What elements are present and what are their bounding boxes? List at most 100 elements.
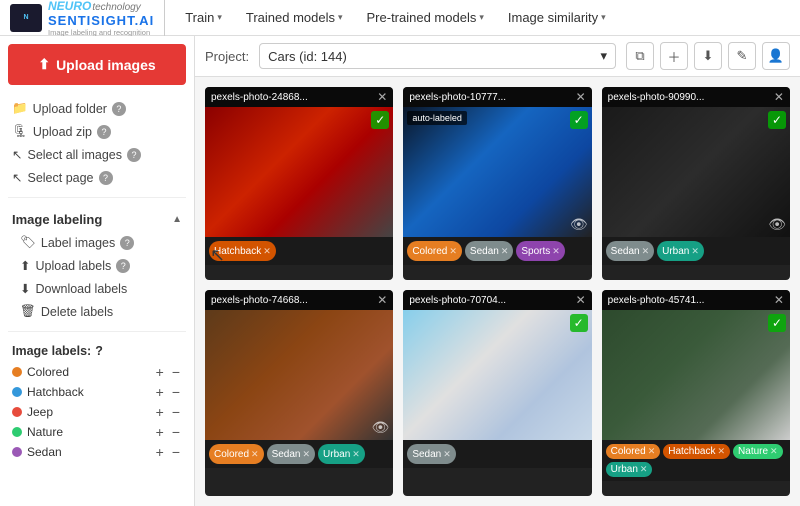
upload-zip-info: ? [97, 125, 111, 139]
tag-sedan-4[interactable]: Sedan ✕ [407, 444, 455, 464]
image-card-3[interactable]: pexels-photo-74668... ✕ 👁 Colored ✕ Seda… [205, 290, 393, 496]
card-close-4[interactable]: ✕ [576, 293, 586, 307]
label-images-info: ? [120, 236, 134, 250]
label-hatchback: Hatchback + − [8, 382, 186, 402]
card-check-0: ✓ [371, 111, 389, 129]
tag-urban-2[interactable]: Urban ✕ [657, 241, 704, 261]
tag-sedan-3[interactable]: Sedan ✕ [267, 444, 315, 464]
tag-sports-1[interactable]: Sports ✕ [516, 241, 564, 261]
nature-remove[interactable]: − [170, 425, 182, 439]
tag-colored-1[interactable]: Colored ✕ [407, 241, 462, 261]
label-sedan: Sedan + − [8, 442, 186, 462]
nature-dot [12, 427, 22, 437]
card-eye-1[interactable]: 👁 [570, 216, 588, 233]
card-filename-4: pexels-photo-70704... [409, 295, 506, 306]
tag-nature-5[interactable]: Nature ✕ [733, 444, 783, 459]
card-eye-3[interactable]: 👁 [372, 419, 390, 436]
image-card-5[interactable]: pexels-photo-45741... ✕ ✓ Colored ✕ Hatc… [602, 290, 790, 496]
card-tags-4: Sedan ✕ [403, 440, 591, 468]
trash-icon: 🗑 [20, 304, 36, 319]
card-check-1: ✓ [570, 111, 588, 129]
upload-folder-item[interactable]: 📁 Upload folder ? [8, 97, 186, 120]
card-close-2[interactable]: ✕ [774, 90, 784, 104]
delete-labels-item[interactable]: 🗑 Delete labels [8, 300, 186, 323]
logo-text: NEURO technology SENTISIGHT.AI Image lab… [48, 0, 154, 37]
card-close-0[interactable]: ✕ [377, 90, 387, 104]
image-card-0[interactable]: pexels-photo-24868... ✕ ✓ Hatchback ✕ [205, 87, 393, 280]
add-project-button[interactable]: ＋ [660, 42, 688, 70]
colored-remove[interactable]: − [170, 365, 182, 379]
header: N NEURO technology SENTISIGHT.AI Image l… [0, 0, 800, 36]
nav-image-similarity[interactable]: Image similarity ▾ [498, 6, 616, 29]
hatchback-actions: + − [154, 385, 182, 399]
download-icon: ⬇ [20, 281, 30, 296]
card-close-3[interactable]: ✕ [377, 293, 387, 307]
download-labels-item[interactable]: ⬇ Download labels [8, 277, 186, 300]
layout: ⬆ Upload images 📁 Upload folder ? 🗜 Uplo… [0, 36, 800, 506]
card-eye-2[interactable]: 👁 [768, 216, 786, 233]
nature-add[interactable]: + [154, 425, 166, 439]
select-all-images-item[interactable]: ↖ Select all images ? [8, 143, 186, 166]
page-icon: ↖ [12, 170, 22, 185]
main-area: Project: Cars (id: 144) ▾ ⧉ ＋ ⬇ ✎ 👤 pexe… [195, 36, 800, 506]
copy-project-button[interactable]: ⧉ [626, 42, 654, 70]
select-icon: ↖ [12, 147, 22, 162]
card-img-3: 👁 [205, 310, 393, 440]
card-close-1[interactable]: ✕ [576, 90, 586, 104]
select-chevron: ▾ [600, 48, 607, 64]
nav-trained-models[interactable]: Trained models ▾ [236, 6, 353, 29]
tag-urban-5[interactable]: Urban ✕ [606, 462, 653, 477]
logo-name: SENTISIGHT.AI [48, 13, 154, 28]
project-label: Project: [205, 49, 249, 64]
image-card-1[interactable]: pexels-photo-10777... ✕ auto-labeled ✓ 👁… [403, 87, 591, 280]
logo-area: N NEURO technology SENTISIGHT.AI Image l… [10, 0, 165, 37]
logo-icon: N [10, 4, 42, 32]
label-nature: Nature + − [8, 422, 186, 442]
sidebar-upload-section: 📁 Upload folder ? 🗜 Upload zip ? ↖ Selec… [0, 93, 194, 193]
nav-pretrained-models[interactable]: Pre-trained models ▾ [357, 6, 494, 29]
user-project-button[interactable]: 👤 [762, 42, 790, 70]
nav-train[interactable]: Train ▾ [175, 6, 232, 29]
project-bar: Project: Cars (id: 144) ▾ ⧉ ＋ ⬇ ✎ 👤 [195, 36, 800, 77]
tag-colored-3[interactable]: Colored ✕ [209, 444, 264, 464]
hatchback-add[interactable]: + [154, 385, 166, 399]
sedan-remove[interactable]: − [170, 445, 182, 459]
tag-sedan-2[interactable]: Sedan ✕ [606, 241, 654, 261]
image-grid: pexels-photo-24868... ✕ ✓ Hatchback ✕ pe… [195, 77, 800, 506]
project-select[interactable]: Cars (id: 144) ▾ [259, 43, 616, 69]
train-arrow: ▾ [217, 12, 222, 23]
image-card-2[interactable]: pexels-photo-90990... ✕ ✓ 👁 Sedan ✕ Urba… [602, 87, 790, 280]
card-filename-0: pexels-photo-24868... [211, 92, 308, 103]
tag-hatchback-0[interactable]: Hatchback ✕ [209, 241, 276, 261]
jeep-actions: + − [154, 405, 182, 419]
upload-labels-item[interactable]: ⬆ Upload labels ? [8, 254, 186, 277]
tag-hatchback-5[interactable]: Hatchback ✕ [663, 444, 730, 459]
edit-project-button[interactable]: ✎ [728, 42, 756, 70]
jeep-remove[interactable]: − [170, 405, 182, 419]
logo-technology: technology [92, 2, 140, 13]
colored-add[interactable]: + [154, 365, 166, 379]
upload-zip-item[interactable]: 🗜 Upload zip ? [8, 120, 186, 143]
card-close-5[interactable]: ✕ [774, 293, 784, 307]
image-card-4[interactable]: pexels-photo-70704... ✕ ✓ Sedan ✕ [403, 290, 591, 496]
jeep-add[interactable]: + [154, 405, 166, 419]
card-img-0: ✓ [205, 107, 393, 237]
card-tags-3: Colored ✕ Sedan ✕ Urban ✕ [205, 440, 393, 468]
tag-sedan-1[interactable]: Sedan ✕ [465, 241, 513, 261]
collapse-icon[interactable]: ▲ [172, 214, 182, 225]
hatchback-remove[interactable]: − [170, 385, 182, 399]
sedan-add[interactable]: + [154, 445, 166, 459]
card-header-0: pexels-photo-24868... ✕ [205, 87, 393, 107]
card-check-4: ✓ [570, 314, 588, 332]
label-images-item[interactable]: 🏷 Label images ? [8, 231, 186, 254]
label-jeep: Jeep + − [8, 402, 186, 422]
tag-colored-5[interactable]: Colored ✕ [606, 444, 661, 459]
download-project-button[interactable]: ⬇ [694, 42, 722, 70]
upload-images-button[interactable]: ⬆ Upload images [8, 44, 186, 85]
image-labels-info: ? [95, 344, 103, 358]
label-colored: Colored + − [8, 362, 186, 382]
card-filename-3: pexels-photo-74668... [211, 295, 308, 306]
tag-urban-3[interactable]: Urban ✕ [318, 444, 365, 464]
folder-icon: 📁 [12, 101, 28, 116]
select-page-item[interactable]: ↖ Select page ? [8, 166, 186, 189]
